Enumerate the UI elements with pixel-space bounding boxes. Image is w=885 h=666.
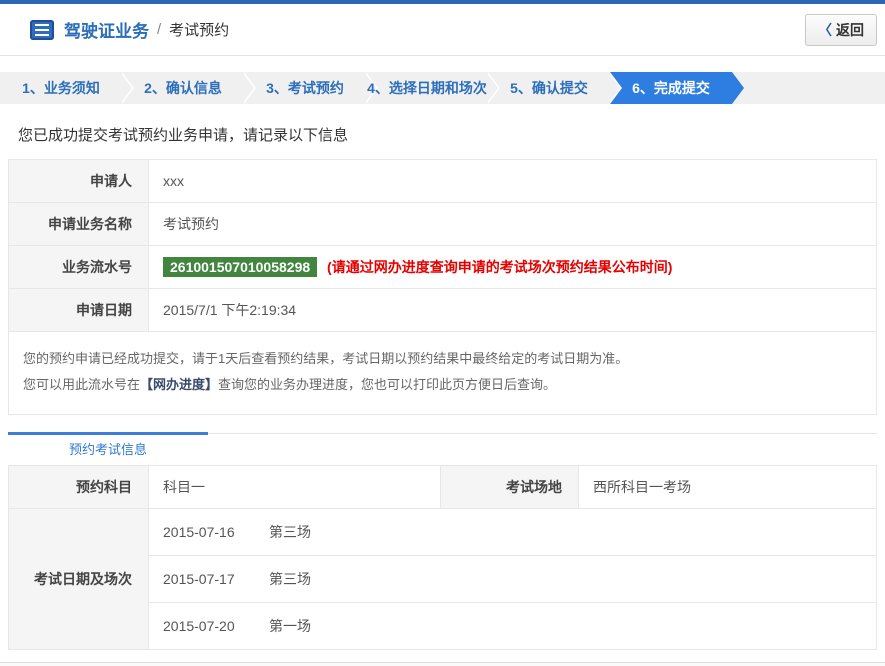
chevron-left-icon: 〈	[818, 21, 832, 38]
applicant-label: 申请人	[8, 159, 149, 203]
booking-info-table: 预约科目 科目一 考试场地 西所科目一考场 考试日期及场次 2015-07-16…	[8, 465, 877, 650]
serial-note: (请通过网办进度查询申请的考试场次预约结果公布时间)	[327, 259, 673, 275]
table-row: 预约科目 科目一 考试场地 西所科目一考场	[8, 465, 877, 509]
tab-booking-info[interactable]: 预约考试信息	[8, 434, 208, 466]
progress-query-link[interactable]: 【网办进度】	[140, 377, 218, 392]
table-row: 申请业务名称 考试预约	[8, 202, 877, 246]
step-2-confirm-info: 2、确认信息	[122, 72, 256, 104]
serial-label: 业务流水号	[8, 245, 149, 289]
back-button-top[interactable]: 〈 返回	[805, 13, 877, 46]
footer-bar: 返回	[0, 662, 885, 666]
license-card-icon	[30, 19, 54, 40]
footer-gap	[0, 650, 885, 662]
note-line-2: 您可以用此流水号在【网办进度】查询您的业务办理进度，您也可以打印此页方便日后查询…	[23, 377, 557, 392]
table-row: 业务流水号 261001507010058298 (请通过网办进度查询申请的考试…	[8, 245, 877, 289]
step-6-submit-complete: 6、完成提交	[610, 72, 744, 104]
apply-date-label: 申请日期	[8, 288, 149, 332]
step-4-select-date: 4、选择日期和场次	[366, 72, 500, 104]
main-content: 您已成功提交考试预约业务申请，请记录以下信息 申请人 xxx 申请业务名称 考试…	[0, 124, 885, 650]
booking-tab-bar: 预约考试信息	[8, 432, 877, 466]
table-row: 申请人 xxx	[8, 159, 877, 203]
subject-value: 科目一	[148, 465, 441, 509]
serial-number-badge: 261001507010058298	[163, 257, 318, 277]
table-row: 您的预约申请已经成功提交，请于1天后查看预约结果，考试日期以预约结果中最终给定的…	[8, 331, 877, 415]
breadcrumb-section[interactable]: 驾驶证业务	[64, 17, 149, 42]
applicant-value: xxx	[148, 159, 877, 203]
session-row-2: 2015-07-17 第三场	[148, 555, 877, 603]
venue-value: 西所科目一考场	[578, 465, 877, 509]
notes-block: 您的预约申请已经成功提交，请于1天后查看预约结果，考试日期以预约结果中最终给定的…	[8, 331, 877, 415]
session-row-1: 2015-07-16 第三场	[148, 508, 877, 556]
step-3-exam-booking: 3、考试预约	[244, 72, 378, 104]
breadcrumb-separator: /	[157, 21, 162, 38]
business-name-value: 考试预约	[148, 202, 877, 246]
breadcrumb-current: 考试预约	[169, 22, 230, 39]
breadcrumb: 驾驶证业务 / 考试预约	[30, 17, 229, 42]
table-row: 申请日期 2015/7/1 下午2:19:34	[8, 288, 877, 332]
business-name-label: 申请业务名称	[8, 202, 149, 246]
schedule-label: 考试日期及场次	[8, 508, 149, 650]
success-message: 您已成功提交考试预约业务申请，请记录以下信息	[18, 127, 349, 144]
session-row-3: 2015-07-20 第一场	[148, 602, 877, 650]
table-row: 考试日期及场次 2015-07-16 第三场	[8, 508, 877, 650]
subject-label: 预约科目	[8, 465, 149, 509]
application-info-table: 申请人 xxx 申请业务名称 考试预约 业务流水号 26100150701005…	[8, 159, 877, 415]
page-root: 驾驶证业务 / 考试预约 〈 返回 1、业务须知 2、确认信息 3、考试预约 4…	[0, 0, 885, 666]
apply-date-value: 2015/7/1 下午2:19:34	[148, 288, 877, 332]
page-header: 驾驶证业务 / 考试预约 〈 返回	[0, 4, 885, 56]
note-line-1: 您的预约申请已经成功提交，请于1天后查看预约结果，考试日期以预约结果中最终给定的…	[23, 351, 629, 366]
steps-bar: 1、业务须知 2、确认信息 3、考试预约 4、选择日期和场次 5、确认提交 6、…	[0, 72, 885, 104]
serial-cell: 261001507010058298 (请通过网办进度查询申请的考试场次预约结果…	[148, 245, 877, 289]
step-5-confirm-submit: 5、确认提交	[488, 72, 622, 104]
venue-label: 考试场地	[440, 465, 579, 509]
back-button-top-label: 返回	[836, 21, 864, 38]
step-1-business-notice: 1、业务须知	[0, 72, 134, 104]
